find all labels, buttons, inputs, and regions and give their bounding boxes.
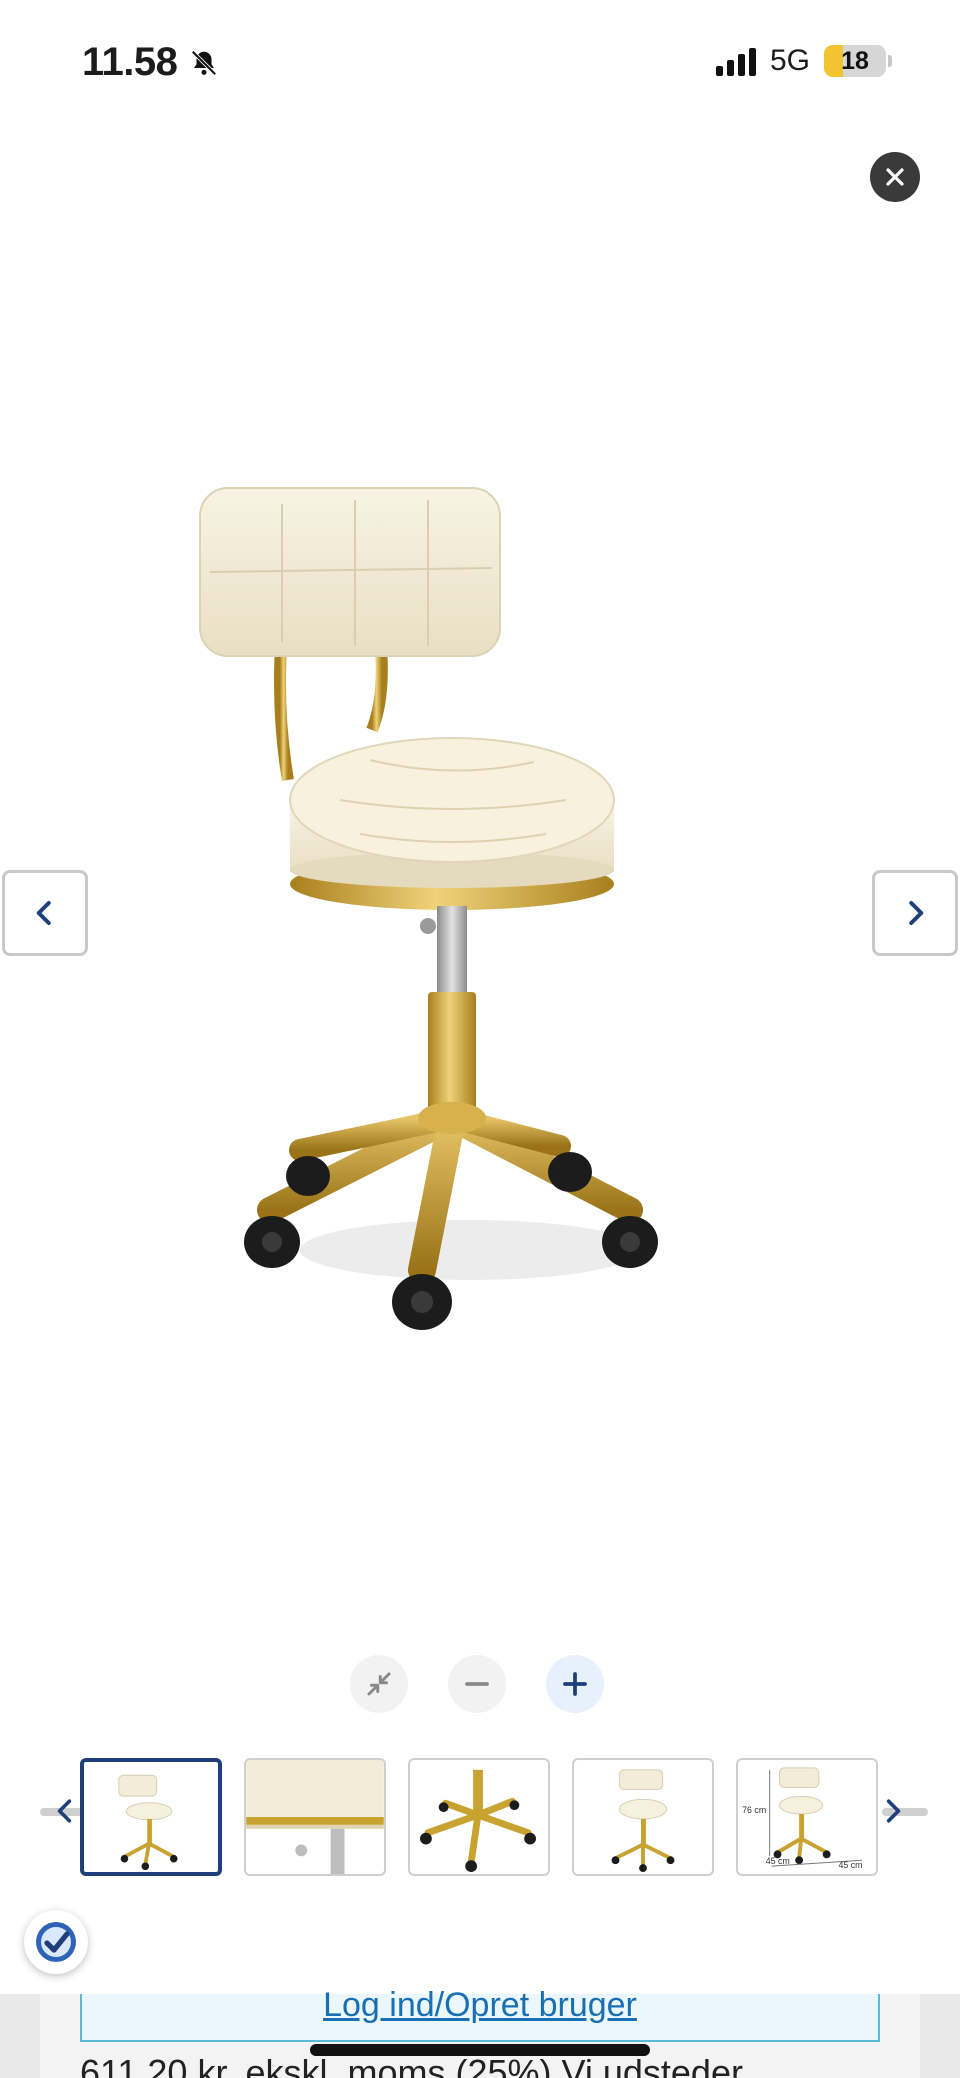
home-indicator[interactable] (310, 2044, 650, 2056)
thumbnail-next-button[interactable] (878, 1794, 908, 1828)
battery-tip (888, 55, 892, 67)
status-bar: 11.58 5G 18 (0, 0, 960, 118)
zoom-in-button[interactable] (546, 1655, 604, 1713)
dimension-depth-label: 45 cm (838, 1860, 862, 1870)
status-indicators: 5G 18 (715, 44, 892, 78)
collapse-arrows-icon (367, 1672, 391, 1696)
close-button[interactable] (870, 152, 920, 202)
chevron-right-icon (909, 901, 924, 925)
thumb-seat-closeup[interactable] (244, 1758, 386, 1876)
network-type: 5G (769, 44, 810, 77)
zoom-out-button[interactable] (448, 1655, 506, 1713)
thumbnail-strip: 76 cm 45 cm 45 cm (0, 1752, 960, 1882)
login-link[interactable]: Log ind/Opret bruger (323, 1986, 637, 2024)
thumb-front-view[interactable] (80, 1758, 222, 1876)
chevron-left-icon (36, 901, 51, 925)
clock: 11.58 (82, 40, 178, 84)
login-box: Log ind/Opret bruger (80, 1986, 880, 2042)
thumb-dimensions[interactable]: 76 cm 45 cm 45 cm (736, 1758, 878, 1876)
plus-icon (563, 1672, 587, 1696)
battery-level: 18 (841, 47, 869, 75)
close-icon (886, 168, 904, 186)
battery-icon: 18 (824, 45, 886, 77)
chevron-left-icon (57, 1799, 72, 1823)
previous-image-button[interactable] (2, 870, 88, 956)
thumb-base-closeup[interactable] (408, 1758, 550, 1876)
page-content-behind: Log ind/Opret bruger 611,20 kr. ekskl. m… (0, 1986, 960, 2078)
status-time: 11.58 (82, 40, 219, 85)
dimension-height-label: 76 cm (742, 1805, 766, 1815)
zoom-reset-button[interactable] (350, 1655, 408, 1713)
minus-icon (465, 1682, 489, 1686)
chevron-right-icon (886, 1799, 901, 1823)
next-image-button[interactable] (872, 870, 958, 956)
verified-badge[interactable] (24, 1910, 88, 1974)
thumbnail-prev-button[interactable] (50, 1794, 80, 1828)
zoom-controls (350, 1655, 604, 1713)
product-image (199, 487, 658, 1330)
thumb-side-view[interactable] (572, 1758, 714, 1876)
signal-icon (715, 46, 756, 76)
bell-slash-icon (191, 49, 217, 76)
shield-check-icon (36, 1922, 76, 1962)
dimension-width-label: 45 cm (766, 1856, 790, 1866)
